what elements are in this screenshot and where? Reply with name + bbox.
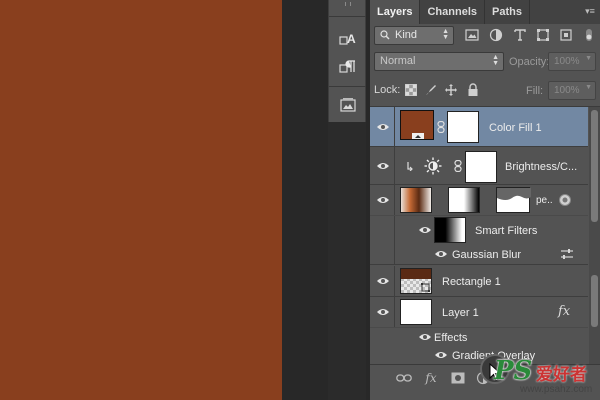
tab-channels[interactable]: Channels [420, 0, 485, 24]
svg-text:A: A [347, 32, 356, 46]
blend-row: Normal ▲ ▼ Opacity: 100% ▼ [370, 50, 600, 74]
lock-all-icon[interactable] [466, 83, 480, 97]
visibility-eye-icon[interactable] [376, 161, 390, 171]
brightness-adjustment-icon[interactable] [424, 157, 442, 175]
stepper-arrows-icon: ▲ ▼ [492, 54, 499, 67]
opacity-label: Opacity: [509, 56, 550, 68]
smart-filters-row[interactable]: Smart Filters [370, 215, 588, 243]
filter-blending-options-icon[interactable] [560, 248, 574, 260]
mask-icon[interactable] [449, 369, 467, 387]
visibility-eye-icon[interactable] [418, 332, 432, 342]
smart-filters-label: Smart Filters [475, 225, 538, 237]
fill-label: Fill: [526, 85, 544, 97]
clipping-arrow-icon [407, 162, 413, 171]
layer-row-rectangle[interactable]: Rectangle 1 [370, 266, 588, 297]
color-fill-thumbnail[interactable] [400, 110, 434, 140]
panel-dock-strip: A [328, 0, 367, 122]
opacity-value: 100% [554, 56, 580, 67]
visibility-eye-icon[interactable] [376, 307, 390, 317]
site-watermark: PS 爱好者 www.psahz.com [480, 352, 598, 398]
scrollbar-thumb[interactable] [591, 275, 598, 327]
opacity-field[interactable]: 100% ▼ [548, 52, 596, 71]
watermark-url: www.psahz.com [520, 384, 593, 395]
lock-image-icon[interactable] [424, 83, 438, 97]
panel-tabs: Layers Channels Paths [370, 0, 600, 24]
shape-filter-icon[interactable] [535, 27, 551, 43]
vector-mask-thumbnail[interactable] [496, 187, 531, 213]
visibility-eye-icon[interactable] [434, 249, 448, 259]
kind-filter-select[interactable]: Kind ▲ ▼ [374, 26, 454, 45]
paragraph-style-icon[interactable] [337, 56, 359, 78]
visibility-eye-icon[interactable] [434, 350, 448, 360]
tab-layers[interactable]: Layers [370, 0, 421, 24]
layer-name[interactable]: Brightness/C... [505, 161, 577, 173]
lock-transparent-icon[interactable] [404, 83, 418, 97]
scrollbar-thumb-top[interactable] [591, 110, 598, 222]
layer-name[interactable]: Color Fill 1 [489, 122, 542, 134]
canvas-pasteboard [282, 0, 328, 400]
layer-name[interactable]: Rectangle 1 [442, 276, 501, 288]
layers-panel: Layers Channels Paths ▾≡ Kind ▲ ▼ Normal… [370, 0, 600, 400]
layers-scrollbar[interactable] [589, 107, 600, 364]
smart-filter-mask-thumbnail[interactable] [434, 217, 466, 243]
panel-menu-icon[interactable]: ▾≡ [584, 4, 596, 18]
layer-mask-thumbnail[interactable] [447, 111, 479, 143]
watermark-text: 爱好者 [536, 365, 587, 385]
layers-list: Color Fill 1 Brightness/C... pe.. Smart … [370, 106, 600, 364]
watermark-logo: PS [494, 356, 533, 386]
layer-mask-thumbnail[interactable] [448, 187, 480, 213]
effects-row[interactable]: Effects [370, 327, 588, 345]
layer-comps-icon[interactable] [337, 94, 359, 116]
visibility-eye-icon[interactable] [418, 225, 432, 235]
lock-row: Lock: Fill: 100% ▼ [370, 79, 600, 103]
link-layers-icon[interactable] [395, 369, 413, 387]
filter-row: Kind ▲ ▼ [370, 24, 600, 48]
dock-divider [329, 16, 367, 17]
link-chain-icon[interactable] [437, 121, 445, 133]
fill-field[interactable]: 100% ▼ [548, 81, 596, 100]
layer-mask-thumbnail[interactable] [465, 151, 497, 183]
chevron-down-icon: ▼ [585, 55, 592, 62]
adjustment-filter-icon[interactable] [488, 27, 504, 43]
visibility-eye-icon[interactable] [376, 122, 390, 132]
dock-grip[interactable] [329, 0, 367, 8]
filter-toggle-icon[interactable] [581, 27, 597, 43]
tab-paths[interactable]: Paths [485, 0, 530, 24]
chevron-down-icon: ▼ [585, 84, 592, 91]
effects-label: Effects [434, 332, 468, 344]
layer-row-smart-object[interactable]: pe.. Smart Filters Gaussian Blur [370, 185, 588, 265]
character-style-icon[interactable]: A [337, 28, 359, 50]
shape-thumbnail[interactable] [400, 268, 432, 294]
fx-icon[interactable]: fx [422, 369, 440, 387]
document-canvas[interactable] [0, 0, 282, 400]
layer-name[interactable]: Layer 1 [442, 307, 479, 319]
layer-thumbnail[interactable] [400, 299, 432, 325]
lock-label: Lock: [374, 84, 401, 96]
image-filter-icon[interactable] [464, 27, 480, 43]
layer-name[interactable]: pe.. [536, 195, 553, 206]
visibility-eye-icon[interactable] [376, 195, 390, 205]
blend-mode-select[interactable]: Normal ▲ ▼ [374, 52, 504, 71]
type-filter-icon[interactable] [512, 27, 528, 43]
blend-mode-value: Normal [380, 55, 416, 67]
gaussian-blur-label[interactable]: Gaussian Blur [452, 249, 521, 261]
stepper-arrows-icon: ▲ ▼ [442, 28, 449, 41]
smart-object-filter-icon[interactable] [558, 27, 574, 43]
fill-value: 100% [554, 85, 580, 96]
link-chain-icon[interactable] [454, 160, 462, 172]
smart-object-thumbnail[interactable] [400, 187, 432, 213]
smart-filter-badge-icon [559, 194, 571, 206]
visibility-eye-icon[interactable] [376, 276, 390, 286]
gaussian-blur-row[interactable]: Gaussian Blur [370, 243, 588, 265]
layer-row-brightness[interactable]: Brightness/C... [370, 147, 588, 185]
kind-label: Kind [395, 29, 418, 41]
fx-indicator-icon[interactable]: fx [558, 304, 570, 319]
search-icon [380, 30, 390, 43]
dock-divider [329, 86, 367, 87]
layer-row-color-fill[interactable]: Color Fill 1 [370, 107, 588, 147]
lock-position-icon[interactable] [444, 83, 458, 97]
